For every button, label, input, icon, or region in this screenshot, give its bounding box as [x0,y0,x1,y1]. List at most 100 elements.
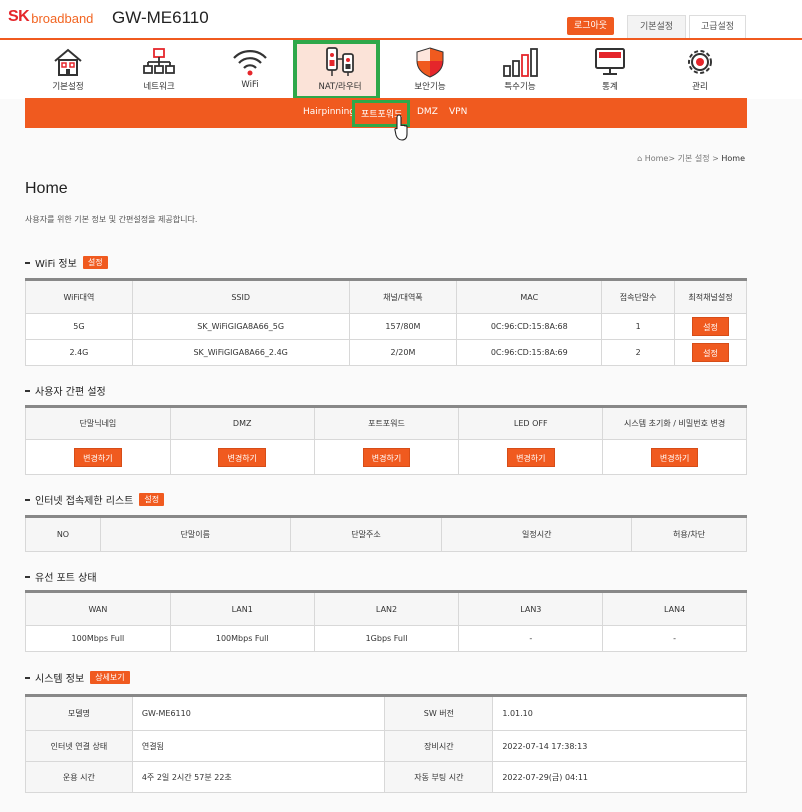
blocklist-section-title: 인터넷 접속제한 리스트 설정 [25,492,165,507]
value-auto-reboot: 2022-07-29(금) 04:11 [492,761,747,793]
table-row: 5G SK_WiFiGIGA8A66_5G 157/80M 0C:96:CD:1… [25,313,747,340]
change-system-reset-button[interactable]: 변경하기 [650,447,699,467]
home-small-icon: ⌂ [637,154,643,163]
menu-label-nat-router: NAT/라우터 [318,82,362,92]
section-bullet [25,389,30,392]
table-row: 변경하기 변경하기 변경하기 변경하기 변경하기 [25,439,747,475]
page-title: Home [25,180,68,197]
menu-label-security: 보안기능 [414,82,446,92]
col-header: SSID [131,279,350,314]
home-icon [54,48,82,76]
menu-label-network: 네트워크 [143,82,175,92]
col-header: WAN [25,591,171,626]
system-title-text: 시스템 정보 [35,674,85,685]
col-header: 포트포워드 [313,406,460,440]
breadcrumb-current: Home [721,154,745,163]
wifi-title-text: WiFi 정보 [35,259,77,270]
menu-item-security[interactable]: 보안기능 [395,46,465,92]
tab-advanced-settings[interactable]: 고급설정 [689,15,746,39]
col-header: LAN1 [169,591,315,626]
label-uptime: 운용 시간 [25,761,133,793]
menu-item-admin[interactable]: 관리 [665,46,735,92]
cell-action: 설정 [674,339,747,366]
menu-item-basic[interactable]: 기본설정 [33,46,103,92]
menu-label-basic: 기본설정 [52,82,84,92]
menu-item-special[interactable]: 특수기능 [485,46,555,92]
sk-broadband-logo[interactable]: SK broadband [8,8,93,26]
wifi-table: WiFi대역 SSID 채널/대역폭 MAC 접속단말수 최적채널설정 5G S… [25,278,747,366]
hand-cursor-icon [394,114,408,141]
change-nickname-button[interactable]: 변경하기 [74,447,122,467]
breadcrumb-home[interactable]: Home [645,154,669,163]
col-header: 단말주소 [289,516,443,552]
change-port-forward-button[interactable]: 변경하기 [362,447,411,467]
col-header: 일정시간 [441,516,633,552]
section-bullet [25,676,30,679]
menu-item-stats[interactable]: 통계 [575,46,645,92]
col-header: LAN3 [458,591,604,626]
menu-item-network[interactable]: 네트워크 [124,46,194,92]
col-header: MAC [456,279,603,314]
cell-mac: 0C:96:CD:15:8A:69 [456,339,603,366]
menu-label-stats: 통계 [602,82,618,92]
system-info-table: 모델명 GW-ME6110 SW 버전 1.01.10 인터넷 연결 상태 연결… [25,694,747,793]
value-uptime: 4주 2일 2시간 57분 22초 [131,761,386,793]
col-header: LAN2 [313,591,460,626]
gear-icon [688,50,712,74]
cell-channel: 2/20M [348,339,458,366]
col-header: 단말닉네임 [25,406,171,440]
col-header: 단말이름 [99,516,291,552]
breadcrumb-basic[interactable]: 기본 설정 [678,154,710,163]
change-dmz-button[interactable]: 변경하기 [218,447,266,467]
wifi-settings-button[interactable]: 설정 [82,256,108,269]
change-led-off-button[interactable]: 변경하기 [507,447,555,467]
breadcrumb-sep: > [712,154,719,163]
col-header: 최적채널설정 [674,279,747,314]
monitor-icon [595,48,625,75]
value-device-time: 2022-07-14 17:38:13 [492,730,747,762]
table-row: 운용 시간 4주 2일 2시간 57분 22초 자동 부팅 시간 2022-07… [25,761,747,793]
value-sw-version: 1.01.10 [492,695,747,731]
col-header: 시스템 초기화 / 비밀번호 변경 [602,406,747,440]
cell-clients: 2 [601,339,676,366]
label-internet-status: 인터넷 연결 상태 [25,730,133,762]
table-row: 2.4G SK_WiFiGIGA8A66_2.4G 2/20M 0C:96:CD… [25,339,747,366]
tab-basic-settings[interactable]: 기본설정 [627,15,686,39]
cell-band: 5G [25,313,133,340]
submenu-vpn[interactable]: VPN [449,107,467,117]
cell-channel: 157/80M [348,313,458,340]
quick-settings-table: 단말닉네임 DMZ 포트포워드 LED OFF 시스템 초기화 / 비밀번호 변… [25,405,747,475]
blocklist-title-text: 인터넷 접속제한 리스트 [35,496,134,507]
system-details-button[interactable]: 상세보기 [90,671,130,684]
col-header: NO [25,516,101,552]
quick-section-title: 사용자 간편 설정 [25,383,106,398]
label-sw-version: SW 버전 [384,695,494,731]
port-status-lan1: 100Mbps Full [169,625,315,652]
cell-action: 설정 [674,313,747,340]
cell-ssid: SK_WiFiGIGA8A66_5G [131,313,350,340]
shield-icon [416,47,444,78]
optimal-channel-button[interactable]: 설정 [692,343,729,362]
optimal-channel-button[interactable]: 설정 [692,317,729,336]
section-bullet [25,498,30,501]
menu-item-wifi[interactable]: WiFi [215,46,285,90]
wifi-icon [233,50,267,76]
blocklist-settings-button[interactable]: 설정 [139,493,165,506]
menu-label-special: 특수기능 [504,82,536,92]
table-row: 100Mbps Full 100Mbps Full 1Gbps Full - - [25,625,747,652]
col-header: WiFi대역 [25,279,133,314]
wifi-section-title: WiFi 정보 설정 [25,255,108,270]
submenu-hairpinning[interactable]: Hairpinning [303,107,355,117]
logout-button[interactable]: 로그아웃 [567,17,614,35]
logo-broadband-text: broadband [31,11,94,26]
menu-item-nat-router[interactable]: NAT/라우터 [305,46,375,92]
blocklist-table: NO 단말이름 단말주소 일정시간 허용/차단 [25,515,747,552]
section-bullet [25,261,30,264]
bar-chart-icon [503,48,538,77]
ports-section-title: 유선 포트 상태 [25,569,97,584]
ports-title-text: 유선 포트 상태 [35,573,97,584]
submenu-dmz[interactable]: DMZ [417,107,438,117]
nat-router-icon [326,47,354,76]
menu-label-wifi: WiFi [241,80,259,90]
port-status-wan: 100Mbps Full [25,625,171,652]
